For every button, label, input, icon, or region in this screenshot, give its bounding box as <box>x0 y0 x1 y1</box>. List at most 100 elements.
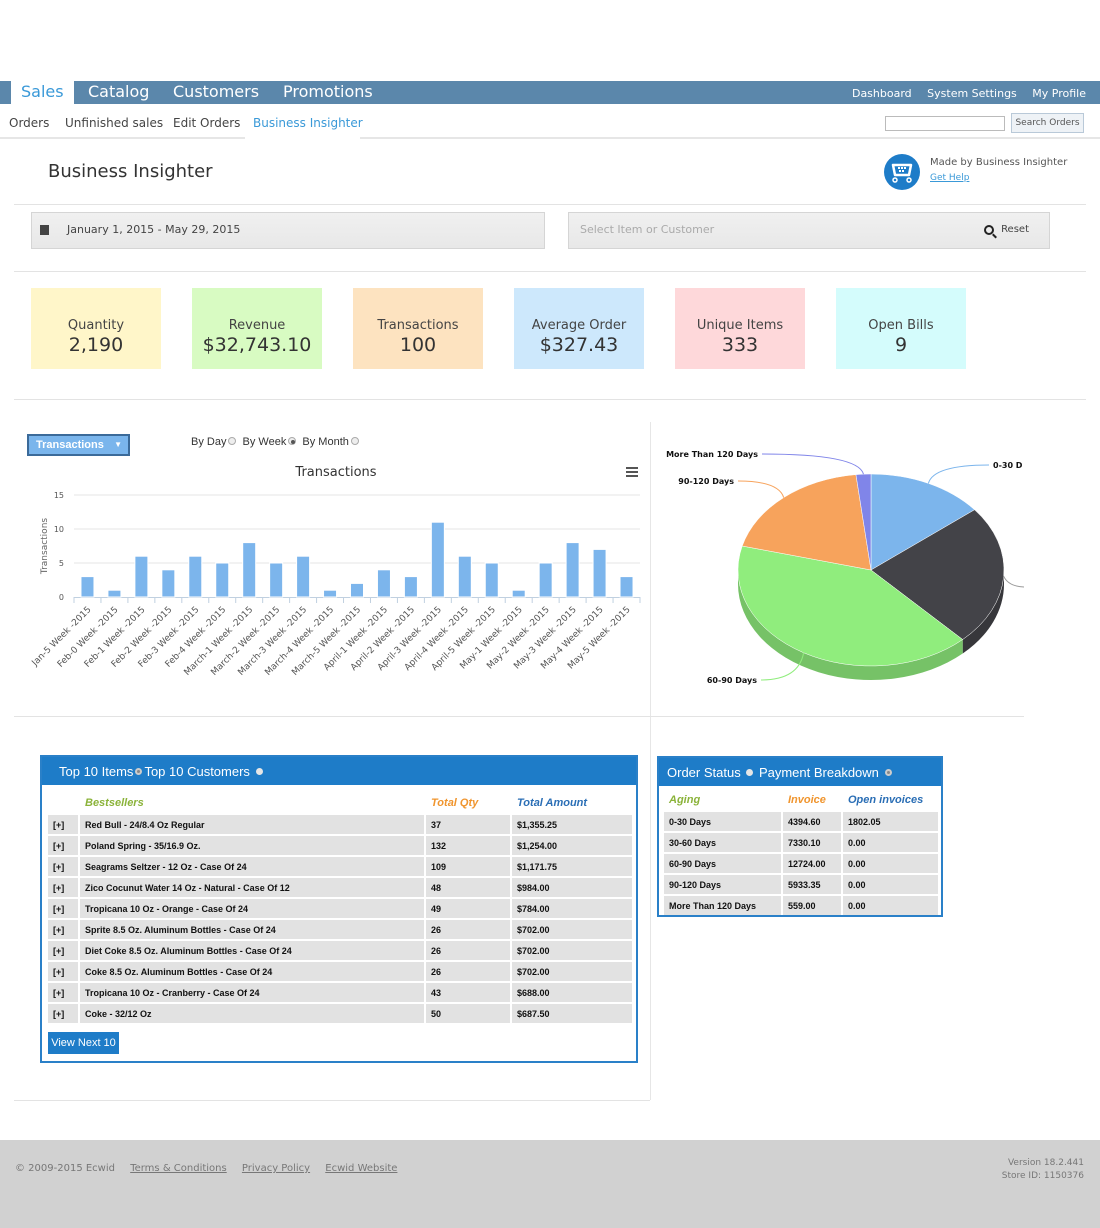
date-range-picker[interactable]: January 1, 2015 - May 29, 2015 <box>31 212 545 249</box>
y-tick-label: 5 <box>59 559 64 568</box>
bar-feb-2-week--2015[interactable] <box>161 569 176 598</box>
bar-may-1-week--2015[interactable] <box>511 589 526 598</box>
bar-feb-0-week--2015[interactable] <box>107 589 122 598</box>
subnav-orders[interactable]: Orders <box>9 116 49 130</box>
kpi-label: Quantity <box>67 318 125 333</box>
expand-row-button[interactable]: [+] <box>48 962 78 981</box>
payment-breakdown-radio[interactable] <box>884 769 892 776</box>
tab-sales[interactable]: Sales <box>11 81 74 104</box>
kpi-value: $32,743.10 <box>202 334 312 356</box>
y-tick-label: 10 <box>54 525 64 534</box>
view-next-10-button[interactable]: View Next 10 <box>48 1032 119 1054</box>
expand-row-button[interactable]: [+] <box>48 815 78 834</box>
item-qty: 26 <box>426 920 510 939</box>
bar-feb-1-week--2015[interactable] <box>134 555 149 598</box>
kpi-card-quantity: Quantity 2,190 <box>31 288 161 369</box>
bar-march-4-week--2015[interactable] <box>323 589 338 598</box>
expand-row-button[interactable]: [+] <box>48 983 78 1002</box>
pie-label: More Than 120 Days <box>666 450 758 459</box>
order-search-input[interactable] <box>885 116 1005 131</box>
item-qty: 109 <box>426 857 510 876</box>
table-row: [+] Tropicana 10 Oz - Orange - Case Of 24… <box>48 899 632 918</box>
tab-promotions[interactable]: Promotions <box>273 81 383 104</box>
top-items-radio[interactable] <box>135 768 143 775</box>
bar-april-2-week--2015[interactable] <box>403 576 418 598</box>
date-range-value: January 1, 2015 - May 29, 2015 <box>67 223 241 236</box>
reset-button[interactable]: Reset <box>1001 224 1029 235</box>
bar-march-1-week--2015[interactable] <box>242 542 257 598</box>
top-customers-option[interactable]: Top 10 Customers <box>144 764 250 779</box>
period-by-day-radio[interactable] <box>228 437 237 445</box>
item-customer-select[interactable]: Select Item or Customer Reset <box>568 212 1050 249</box>
kpi-card-average-order: Average Order $327.43 <box>514 288 644 369</box>
table-row: 60-90 Days 12724.00 0.00 <box>664 854 938 873</box>
bar-may-2-week--2015[interactable] <box>538 562 553 598</box>
bar-april-4-week--2015[interactable] <box>457 555 472 598</box>
bar-feb-4-week--2015[interactable] <box>215 562 230 598</box>
expand-row-button[interactable]: [+] <box>48 878 78 897</box>
expand-row-button[interactable]: [+] <box>48 941 78 960</box>
kpi-label: Revenue <box>228 318 286 333</box>
bar-march-5-week--2015[interactable] <box>350 582 364 598</box>
bar-april-1-week--2015[interactable] <box>376 569 391 598</box>
transactions-bar-chart: TransactionsTransactions051015Jan-5 Week… <box>30 465 641 678</box>
magnifier-icon[interactable] <box>984 225 994 235</box>
top-items-header: Top 10 Items Top 10 Customers <box>42 757 636 785</box>
bar-jan-5-week--2015[interactable] <box>80 576 95 598</box>
pie-label: 60-90 Days <box>707 676 757 685</box>
item-amount: $687.50 <box>512 1004 632 1023</box>
search-orders-button[interactable]: Search Orders <box>1011 113 1084 133</box>
tab-customers[interactable]: Customers <box>163 81 269 104</box>
item-customer-placeholder: Select Item or Customer <box>580 223 715 236</box>
top-items-option[interactable]: Top 10 Items <box>59 764 133 779</box>
bar-april-5-week--2015[interactable] <box>484 562 499 598</box>
table-row: 30-60 Days 7330.10 0.00 <box>664 833 938 852</box>
tab-catalog[interactable]: Catalog <box>78 81 159 104</box>
bar-may-4-week--2015[interactable] <box>592 548 607 598</box>
ecwid-website-link[interactable]: Ecwid Website <box>325 1163 397 1174</box>
kpi-value: 333 <box>721 334 759 356</box>
bar-feb-3-week--2015[interactable] <box>188 555 203 598</box>
expand-row-button[interactable]: [+] <box>48 857 78 876</box>
bar-march-3-week--2015[interactable] <box>296 555 311 598</box>
dashboard-link[interactable]: Dashboard <box>852 87 912 100</box>
subnav-unfinished-sales[interactable]: Unfinished sales <box>65 116 163 130</box>
top-nav: Sales Catalog Customers Promotions Dashb… <box>0 81 1100 104</box>
table-row: More Than 120 Days 559.00 0.00 <box>664 896 938 915</box>
item-amount: $702.00 <box>512 962 632 981</box>
table-row: [+] Diet Coke 8.5 Oz. Aluminum Bottles - … <box>48 941 632 960</box>
item-name: Poland Spring - 35/16.9 Oz. <box>80 836 424 855</box>
system-settings-link[interactable]: System Settings <box>927 87 1017 100</box>
made-by-text: Made by Business Insighter <box>930 157 1068 168</box>
store-id-text: Store ID: 1150376 <box>1001 1171 1084 1181</box>
expand-row-button[interactable]: [+] <box>48 1004 78 1023</box>
pie-connector <box>761 453 864 475</box>
my-profile-link[interactable]: My Profile <box>1032 87 1086 100</box>
top-customers-radio[interactable] <box>255 768 263 775</box>
bar-may-5-week--2015[interactable] <box>619 576 634 598</box>
item-qty: 132 <box>426 836 510 855</box>
bar-may-3-week--2015[interactable] <box>565 542 580 598</box>
item-qty: 37 <box>426 815 510 834</box>
bar-april-3-week--2015[interactable] <box>430 521 445 598</box>
order-status-radio[interactable] <box>746 769 754 776</box>
period-by-month-radio[interactable] <box>350 437 359 445</box>
subnav-business-insighter[interactable]: Business Insighter <box>253 116 363 130</box>
terms-link[interactable]: Terms & Conditions <box>130 1163 227 1174</box>
expand-row-button[interactable]: [+] <box>48 836 78 855</box>
expand-row-button[interactable]: [+] <box>48 899 78 918</box>
kpi-label: Transactions <box>377 318 459 333</box>
bar-march-2-week--2015[interactable] <box>269 562 284 598</box>
expand-row-button[interactable]: [+] <box>48 920 78 939</box>
order-status-option[interactable]: Order Status <box>667 765 741 780</box>
chart-title: Transactions <box>294 465 376 480</box>
privacy-link[interactable]: Privacy Policy <box>242 1163 310 1174</box>
kpi-value: 2,190 <box>68 334 124 356</box>
get-help-link[interactable]: Get Help <box>930 173 969 183</box>
metric-dropdown[interactable]: Transactions ▼ <box>27 434 130 456</box>
payment-breakdown-option[interactable]: Payment Breakdown <box>759 765 879 780</box>
subnav-edit-orders[interactable]: Edit Orders <box>173 116 240 130</box>
open-invoice-amount: 0.00 <box>843 875 938 894</box>
period-by-week-radio[interactable] <box>288 437 297 445</box>
item-amount: $1,355.25 <box>512 815 632 834</box>
